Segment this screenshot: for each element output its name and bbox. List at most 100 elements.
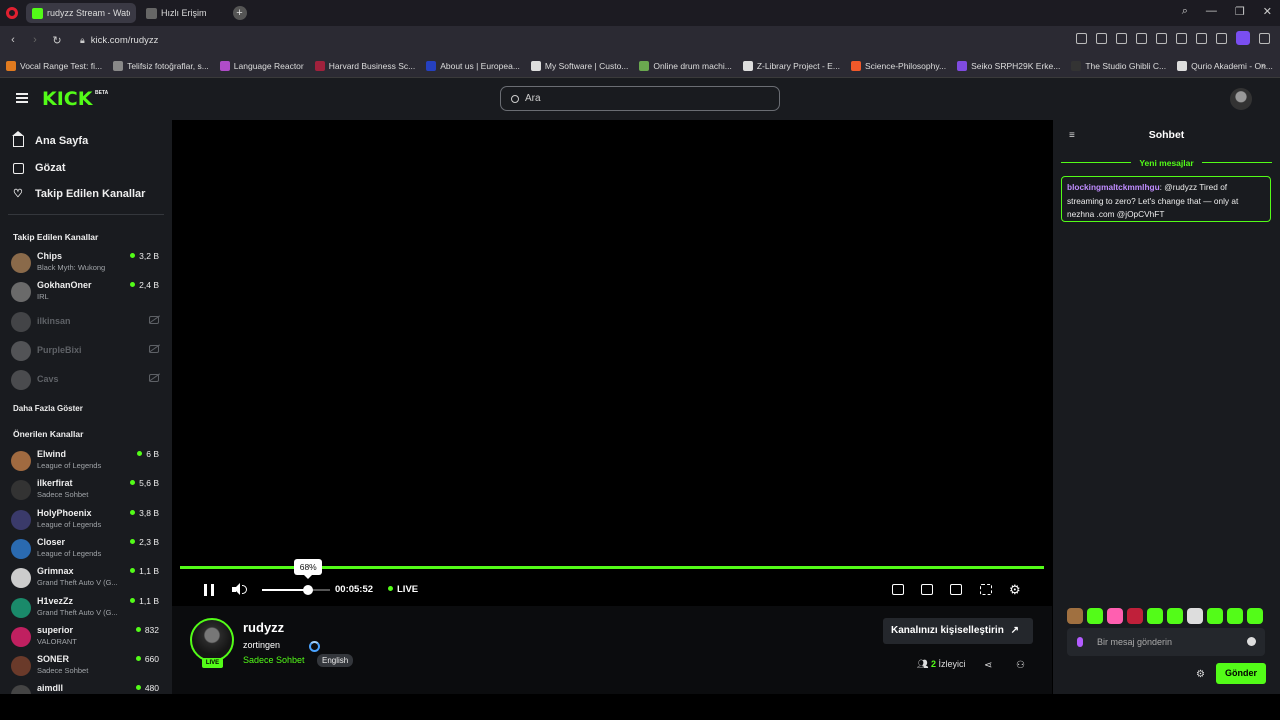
nav-following[interactable]: ♡ Takip Edilen Kanallar bbox=[13, 188, 145, 200]
bookmark-item[interactable]: Z-Library Project - E... bbox=[742, 60, 840, 71]
channel-item[interactable]: superior VALORANT 832 bbox=[11, 624, 161, 650]
channel-item[interactable]: Elwind League of Legends 6 B bbox=[11, 448, 161, 474]
chat-input-box[interactable] bbox=[1067, 628, 1265, 656]
kick-logo[interactable]: KICK bbox=[42, 88, 92, 110]
tab-rudyzz[interactable]: rudyzz Stream - Watc bbox=[26, 3, 136, 23]
streamer-avatar[interactable] bbox=[190, 618, 234, 662]
minimize-button[interactable]: — bbox=[1206, 5, 1217, 18]
video-player[interactable]: 68% 00:05:52 LIVE ⚙ bbox=[172, 120, 1052, 606]
new-tab-button[interactable]: + bbox=[232, 6, 247, 20]
search-input[interactable] bbox=[525, 93, 657, 104]
live-indicator[interactable]: LIVE bbox=[388, 584, 418, 595]
emote-icon[interactable] bbox=[1227, 608, 1243, 624]
bookmark-item[interactable]: Vocal Range Test: fi... bbox=[6, 60, 102, 71]
emote-icon[interactable] bbox=[1067, 608, 1083, 624]
emote-icon[interactable] bbox=[1187, 608, 1203, 624]
customize-channel-button[interactable]: Kanalınızı kişiselleştirin ↗ bbox=[883, 618, 1033, 644]
channel-item[interactable]: Closer League of Legends 2,3 B bbox=[11, 536, 161, 562]
chat-settings-icon[interactable]: ⚙ bbox=[1196, 669, 1205, 680]
volume-thumb[interactable] bbox=[303, 585, 314, 595]
close-button[interactable]: ✕ bbox=[1263, 5, 1272, 18]
snapshot-icon[interactable] bbox=[1076, 33, 1087, 44]
heart-icon[interactable] bbox=[1176, 33, 1187, 44]
emote-icon[interactable] bbox=[1087, 608, 1103, 624]
bookmark-item[interactable]: Language Reactor bbox=[219, 60, 304, 71]
channel-item[interactable]: GokhanOner IRL 2,4 B bbox=[11, 279, 161, 305]
emoji-icon[interactable] bbox=[1247, 637, 1256, 646]
channel-avatar bbox=[11, 282, 31, 303]
bookmark-item[interactable]: Seiko SRPH29K Erke... bbox=[957, 60, 1060, 71]
opera-logo-icon[interactable] bbox=[6, 7, 18, 19]
microphone-icon[interactable] bbox=[1077, 637, 1083, 647]
chat-input[interactable] bbox=[1097, 637, 1237, 647]
streamer-name[interactable]: rudyzz bbox=[243, 620, 284, 635]
channel-item[interactable]: Cavs bbox=[11, 367, 161, 393]
nav-home[interactable]: Ana Sayfa bbox=[12, 130, 88, 147]
shield-icon[interactable] bbox=[1116, 33, 1127, 44]
maximize-button[interactable]: ❐ bbox=[1235, 5, 1245, 18]
emote-icon[interactable] bbox=[1167, 608, 1183, 624]
follow-icon[interactable]: ⚇ bbox=[1016, 660, 1025, 671]
hamburger-menu-icon[interactable] bbox=[16, 93, 28, 103]
camera-icon[interactable] bbox=[1096, 33, 1107, 44]
bookmark-item[interactable]: Qurio Akademi - On... bbox=[1177, 60, 1273, 71]
volume-slider[interactable]: 68% bbox=[262, 559, 330, 595]
search-tabs-icon[interactable]: ⌕ bbox=[1182, 5, 1188, 18]
back-button[interactable]: ‹ bbox=[2, 34, 24, 46]
settings-gear-icon[interactable]: ⚙ bbox=[1009, 583, 1021, 596]
channel-item[interactable]: H1vezZz Grand Theft Auto V (G... 1,1 B bbox=[11, 595, 161, 621]
channel-item[interactable]: aimdll 480 bbox=[11, 682, 161, 694]
lock-icon[interactable]: 🔒︎ bbox=[80, 35, 85, 46]
emote-icon[interactable] bbox=[1207, 608, 1223, 624]
emote-icon[interactable] bbox=[1127, 608, 1143, 624]
channel-item[interactable]: ilkinsan bbox=[11, 309, 161, 335]
sidebar: Ana Sayfa Gözat ♡ Takip Edilen Kanallar … bbox=[0, 120, 172, 694]
bookmark-item[interactable]: Science-Philosophy... bbox=[850, 60, 946, 71]
sidebar-toggle-icon[interactable] bbox=[1259, 33, 1270, 44]
bookmark-item[interactable]: Telifsiz fotoğraflar, s... bbox=[113, 60, 209, 71]
bookmark-item[interactable]: About us | Europea... bbox=[426, 60, 520, 71]
emote-icon[interactable] bbox=[1107, 608, 1123, 624]
pip-icon[interactable] bbox=[892, 584, 904, 595]
show-more-link[interactable]: Daha Fazla Göster bbox=[13, 404, 83, 413]
bookmark-item[interactable]: Online drum machi... bbox=[639, 60, 732, 71]
player-icon[interactable] bbox=[1156, 33, 1167, 44]
channel-item[interactable]: ilkerfirat Sadece Sohbet 5,6 B bbox=[11, 477, 161, 503]
download-icon[interactable] bbox=[1196, 33, 1207, 44]
nav-browse[interactable]: Gözat bbox=[13, 162, 66, 174]
channel-item[interactable]: HolyPhoenix League of Legends 3,8 B bbox=[11, 507, 161, 533]
share-icon[interactable]: ⋖ bbox=[984, 660, 992, 671]
user-avatar[interactable] bbox=[1230, 88, 1252, 110]
emote-icon[interactable] bbox=[1247, 608, 1263, 624]
channel-item[interactable]: Chips Black Myth: Wukong 3,2 B bbox=[11, 250, 161, 276]
tab-hizli-erisim[interactable]: Hızlı Erişim bbox=[140, 3, 213, 23]
channel-item[interactable]: SONER Sadece Sohbet 660 bbox=[11, 653, 161, 679]
profile-icon[interactable] bbox=[1236, 31, 1250, 45]
home-icon bbox=[12, 130, 24, 147]
menu-icon[interactable] bbox=[1216, 33, 1227, 44]
forward-button[interactable]: › bbox=[24, 34, 46, 46]
chat-username[interactable]: blockingmaltckmmlhgu bbox=[1067, 182, 1160, 192]
wide-mode-icon[interactable] bbox=[950, 584, 962, 595]
stream-category[interactable]: Sadece Sohbet bbox=[243, 655, 305, 665]
bookmark-favicon-icon bbox=[426, 60, 437, 71]
bookmark-item[interactable]: My Software | Custo... bbox=[530, 60, 628, 71]
pause-button[interactable] bbox=[204, 584, 214, 596]
search-box[interactable] bbox=[500, 86, 780, 111]
emote-icon[interactable] bbox=[1147, 608, 1163, 624]
theater-icon[interactable] bbox=[921, 584, 933, 595]
tab-title: Hızlı Erişim bbox=[161, 8, 207, 18]
send-button[interactable]: Gönder bbox=[1216, 663, 1266, 684]
more-bookmarks-icon[interactable]: » bbox=[1261, 60, 1266, 70]
extension-icon[interactable] bbox=[1136, 33, 1147, 44]
bookmark-item[interactable]: Harvard Business Sc... bbox=[314, 60, 415, 71]
bookmark-label: Language Reactor bbox=[233, 60, 304, 71]
chat-message: blockingmaltckmmlhgu: @rudyzz Tired of s… bbox=[1061, 176, 1271, 222]
language-tag[interactable]: English bbox=[317, 654, 354, 667]
url-field[interactable]: kick.com/rudyzz bbox=[91, 35, 159, 46]
bookmark-item[interactable]: The Studio Ghibli C... bbox=[1071, 60, 1166, 71]
fullscreen-icon[interactable] bbox=[980, 584, 992, 595]
channel-item[interactable]: PurpleBixi bbox=[11, 338, 161, 364]
reload-button[interactable]: ↻ bbox=[46, 34, 68, 47]
channel-item[interactable]: Grimnax Grand Theft Auto V (G... 1,1 B bbox=[11, 565, 161, 591]
